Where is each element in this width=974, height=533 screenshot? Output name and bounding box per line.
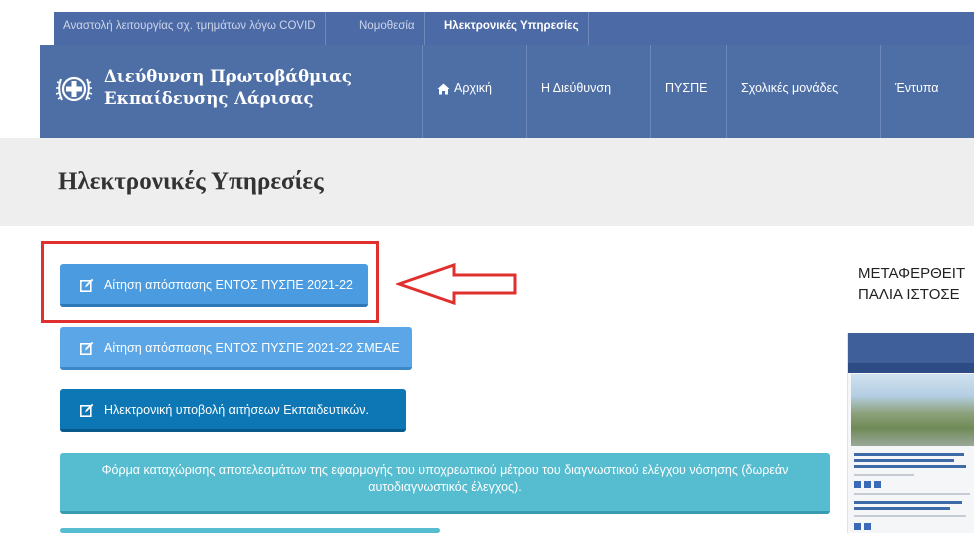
self-test-results-form-button[interactable]: Φόρμα καταχώρισης αποτελεσμάτων της εφαρ… <box>60 453 830 514</box>
sidebar-heading-line1: ΜΕΤΑΦΕΡΘΕΙΤ <box>858 265 966 282</box>
thumbnail-share-icon <box>864 481 871 488</box>
thumbnail-meta-line <box>854 515 966 517</box>
thumbnail-share-icon <box>854 481 861 488</box>
nav-item-home-label: Αρχική <box>454 81 492 95</box>
toplink-legislation[interactable]: Νομοθεσία <box>350 12 425 45</box>
edit-icon <box>80 278 94 292</box>
teacher-applications-label: Ηλεκτρονική υποβολή αιτήσεων Εκπαιδευτικ… <box>104 403 369 417</box>
nav-item-forms[interactable]: Έντυπα <box>880 45 974 138</box>
toplink-covid[interactable]: Αναστολή λειτουργίας σχ. τμημάτων λόγω C… <box>54 12 326 45</box>
teacher-applications-button[interactable]: Ηλεκτρονική υποβολή αιτήσεων Εκπαιδευτικ… <box>60 389 406 432</box>
nav-item-home[interactable]: Αρχική <box>422 45 526 138</box>
transfer-application-smeae-button[interactable]: Αίτηση απόσπασης ΕΝΤΟΣ ΠΥΣΠΕ 2021-22 ΣΜΕ… <box>60 327 412 370</box>
site-header-bar: Διεύθυνση Πρωτοβάθμιας Εκπαίδευσης Λάρισ… <box>40 45 974 138</box>
nav-item-pyspe[interactable]: ΠΥΣΠΕ <box>650 45 726 138</box>
nav-item-directorate[interactable]: Η Διεύθυνση <box>526 45 650 138</box>
thumbnail-nav <box>848 363 974 373</box>
thumbnail-share-icon <box>874 481 881 488</box>
nav-item-schools[interactable]: Σχολικές μονάδες <box>726 45 880 138</box>
old-site-thumbnail[interactable] <box>847 333 974 533</box>
edit-icon <box>80 403 94 417</box>
thumbnail-photo <box>851 374 974 446</box>
edit-icon <box>80 341 94 355</box>
thumbnail-text-line <box>854 459 954 462</box>
page-title-band: Ηλεκτρονικές Υπηρεσίες <box>0 138 974 226</box>
thumbnail-share-icon <box>864 523 871 530</box>
thumbnail-share-icon <box>854 523 861 530</box>
thumbnail-header <box>848 333 974 363</box>
transfer-application-button[interactable]: Αίτηση απόσπασης ΕΝΤΟΣ ΠΥΣΠΕ 2021-22 <box>60 264 368 307</box>
thumbnail-text-line <box>854 501 962 504</box>
page-title: Ηλεκτρονικές Υπηρεσίες <box>58 168 324 195</box>
top-utility-bar-inner: Αναστολή λειτουργίας σχ. τμημάτων λόγω C… <box>54 12 974 45</box>
transfer-application-smeae-label: Αίτηση απόσπασης ΕΝΤΟΣ ΠΥΣΠΕ 2021-22 ΣΜΕ… <box>104 341 400 355</box>
next-button-partial[interactable] <box>60 528 440 533</box>
thumbnail-divider <box>854 493 970 495</box>
site-title-line1: Διεύθυνση Πρωτοβάθμιας <box>104 67 352 86</box>
thumbnail-text-line <box>854 507 950 510</box>
arrow-left-icon <box>396 263 517 305</box>
site-title[interactable]: Διεύθυνση Πρωτοβάθμιας Εκπαίδευσης Λάρισ… <box>104 66 352 110</box>
thumbnail-text-line <box>854 453 964 456</box>
thumbnail-meta-line <box>854 474 914 476</box>
home-icon <box>437 83 450 95</box>
sidebar-heading: ΜΕΤΑΦΕΡΘΕΙΤ ΠΑΛΙΑ ΙΣΤΟΣΕ <box>858 263 965 305</box>
thumbnail-text-line <box>854 465 966 468</box>
site-title-line2: Εκπαίδευσης Λάρισας <box>104 89 314 108</box>
greek-emblem-icon[interactable] <box>54 67 94 111</box>
transfer-application-label: Αίτηση απόσπασης ΕΝΤΟΣ ΠΥΣΠΕ 2021-22 <box>104 278 353 292</box>
sidebar-heading-line2: ΠΑΛΙΑ ΙΣΤΟΣΕ <box>858 286 960 303</box>
toplink-e-services[interactable]: Ηλεκτρονικές Υπηρεσίες <box>435 12 589 45</box>
site-header: Διεύθυνση Πρωτοβάθμιας Εκπαίδευσης Λάρισ… <box>0 45 974 138</box>
top-utility-bar: Αναστολή λειτουργίας σχ. τμημάτων λόγω C… <box>0 0 974 45</box>
